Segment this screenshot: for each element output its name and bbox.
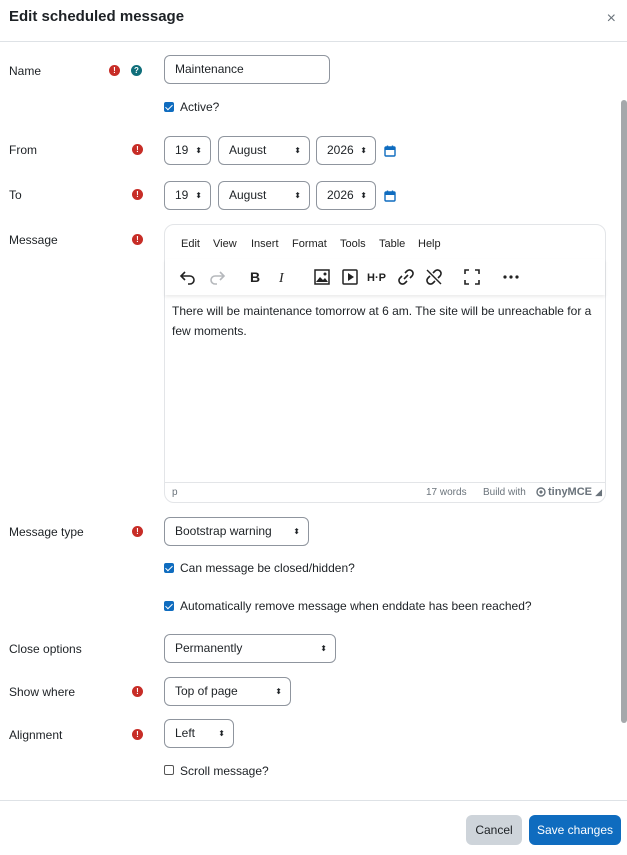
scroll-checkbox[interactable] [164,765,174,775]
word-count[interactable]: 17 words [426,487,467,498]
required-icon: ! [132,144,143,155]
tinymce-logo-icon [536,487,546,497]
alignment-label: Alignment [9,728,63,742]
can-close-checkbox[interactable] [164,563,174,573]
modal-title: Edit scheduled message [9,8,185,25]
chevron-updown-icon: ⬍ [294,146,301,155]
menu-insert[interactable]: Insert [251,238,279,250]
chevron-updown-icon: ⬍ [294,191,301,200]
alignment-value: Left [175,726,196,740]
modal-header: Edit scheduled message × [0,0,627,42]
required-icon: ! [132,189,143,200]
required-icon: ! [132,234,143,245]
close-options-value: Permanently [175,641,243,655]
chevron-updown-icon: ⬍ [360,191,367,200]
svg-text:B: B [250,269,260,285]
required-icon: ! [132,729,143,740]
unlink-icon[interactable] [425,268,443,286]
fullscreen-icon[interactable] [463,268,481,286]
scroll-label: Scroll message? [180,764,269,778]
menu-help[interactable]: Help [418,238,441,250]
show-where-select[interactable]: Top of page ⬍ [164,677,291,706]
auto-remove-checkbox[interactable] [164,601,174,611]
image-icon[interactable] [313,268,331,286]
editor-menubar: Edit View Insert Format Tools Table Help [165,225,605,259]
menu-table[interactable]: Table [379,238,405,250]
link-icon[interactable] [397,268,415,286]
required-icon: ! [109,65,120,76]
from-year-value: 2026 [327,143,354,157]
cancel-button[interactable]: Cancel [466,815,522,845]
from-label: From [9,143,37,157]
help-icon[interactable]: ? [131,65,142,76]
show-where-value: Top of page [175,684,238,698]
from-month-value: August [229,143,267,157]
close-options-label: Close options [9,642,82,656]
save-changes-button[interactable]: Save changes [529,815,621,845]
media-icon[interactable] [341,268,359,286]
element-path[interactable]: p [172,487,178,498]
chevron-updown-icon: ⬍ [195,146,202,155]
redo-icon[interactable] [208,268,226,286]
modal-body: Name ! ? Maintenance Active? From ! 19 ⬍… [0,42,627,800]
calendar-icon[interactable] [384,145,396,157]
tinymce-brand[interactable]: tinyMCE [548,486,592,498]
to-day-select[interactable]: 19 ⬍ [164,181,211,210]
name-input[interactable]: Maintenance [164,55,330,84]
to-year-value: 2026 [327,188,354,202]
menu-view[interactable]: View [213,238,237,250]
calendar-icon[interactable] [384,190,396,202]
from-day-select[interactable]: 19 ⬍ [164,136,211,165]
from-month-select[interactable]: August ⬍ [218,136,310,165]
modal-footer: Cancel Save changes [0,800,627,855]
chevron-updown-icon: ⬍ [293,527,300,536]
chevron-updown-icon: ⬍ [218,729,225,738]
to-label: To [9,188,22,202]
to-month-value: August [229,188,267,202]
editor-statusbar: p 17 words Build with tinyMCE ◢ [165,482,605,502]
required-icon: ! [132,526,143,537]
active-label: Active? [180,100,220,114]
italic-icon[interactable]: I [274,268,292,286]
editor-toolbar: B I H·P [165,259,605,295]
alignment-select[interactable]: Left ⬍ [164,719,234,748]
scrollbar[interactable] [621,100,627,723]
chevron-updown-icon: ⬍ [320,644,327,653]
menu-tools[interactable]: Tools [340,238,366,250]
auto-remove-label: Automatically remove message when enddat… [180,599,532,613]
menu-format[interactable]: Format [292,238,327,250]
chevron-updown-icon: ⬍ [360,146,367,155]
close-icon[interactable]: × [607,10,616,28]
message-type-select[interactable]: Bootstrap warning ⬍ [164,517,309,546]
svg-text:I: I [278,271,285,286]
rich-text-editor: Edit View Insert Format Tools Table Help… [164,224,606,503]
active-checkbox[interactable] [164,102,174,112]
chevron-updown-icon: ⬍ [275,687,282,696]
undo-icon[interactable] [179,268,197,286]
chevron-updown-icon: ⬍ [195,191,202,200]
h5p-icon[interactable]: H·P [367,268,389,286]
build-with-text: Build with [483,487,526,498]
to-month-select[interactable]: August ⬍ [218,181,310,210]
from-day-value: 19 [175,143,189,157]
svg-text:H·P: H·P [367,272,386,284]
show-where-label: Show where [9,685,76,699]
to-day-value: 19 [175,188,189,202]
name-label: Name [9,64,42,78]
from-year-select[interactable]: 2026 ⬍ [316,136,376,165]
message-type-value: Bootstrap warning [175,524,272,538]
bold-icon[interactable]: B [246,268,264,286]
menu-edit[interactable]: Edit [181,238,200,250]
to-year-select[interactable]: 2026 ⬍ [316,181,376,210]
message-type-label: Message type [9,525,84,539]
resize-handle-icon[interactable]: ◢ [595,487,602,498]
editor-content[interactable]: There will be maintenance tomorrow at 6 … [172,301,597,341]
close-options-select[interactable]: Permanently ⬍ [164,634,336,663]
required-icon: ! [132,686,143,697]
more-icon[interactable] [502,268,520,286]
message-label: Message [9,233,58,247]
can-close-label: Can message be closed/hidden? [180,561,355,575]
